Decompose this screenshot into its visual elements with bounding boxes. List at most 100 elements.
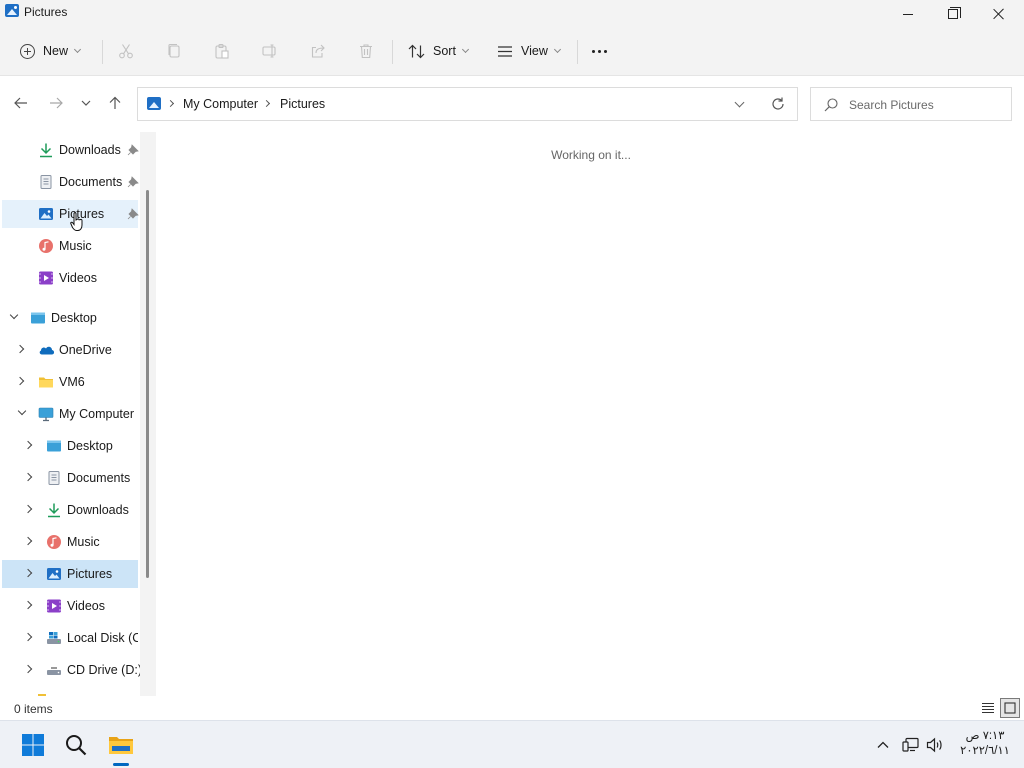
sidebar-item-cd-drive[interactable]: CD Drive (D:) — [2, 656, 142, 684]
view-button[interactable]: View — [497, 36, 561, 66]
sidebar-item-label: Local Disk (C: — [67, 631, 138, 645]
pin-icon[interactable] — [127, 144, 139, 156]
paste-icon[interactable] — [214, 43, 230, 59]
copy-icon[interactable] — [166, 43, 182, 59]
address-bar[interactable]: My Computer Pictures — [137, 87, 798, 121]
chevron-right-icon[interactable] — [23, 440, 33, 450]
chevron-right-icon[interactable] — [23, 632, 33, 642]
network-icon[interactable] — [902, 737, 919, 753]
search-input[interactable] — [849, 96, 1004, 114]
disk-icon — [46, 630, 62, 646]
chevron-right-icon[interactable] — [23, 536, 33, 546]
taskbar-clock[interactable]: ٧:١٣ ص ٢٠٢٢/٦/١١ — [955, 729, 1015, 759]
chevron-down-icon — [81, 100, 91, 106]
plus-circle-icon — [20, 43, 35, 59]
sidebar-item-desktop-root[interactable]: Desktop — [2, 304, 138, 332]
music-icon — [46, 534, 62, 550]
details-view-button[interactable] — [978, 698, 998, 718]
large-icons-view-button[interactable] — [1000, 698, 1020, 718]
sidebar-item-label: Documents — [59, 175, 123, 189]
sidebar-item-local-disk[interactable]: Local Disk (C: — [2, 624, 138, 652]
view-button-label: View — [521, 44, 548, 58]
sidebar-item-videos-quick[interactable]: Videos — [2, 264, 138, 292]
volume-icon[interactable] — [926, 737, 942, 753]
pictures-app-icon — [5, 4, 19, 17]
chevron-right-icon[interactable] — [23, 600, 33, 610]
sidebar-item-music[interactable]: Music — [2, 528, 138, 556]
start-button[interactable] — [13, 725, 53, 765]
sidebar-item-pictures[interactable]: Pictures — [2, 560, 138, 588]
sidebar-item-label: Desktop — [67, 439, 113, 453]
delete-icon[interactable] — [358, 43, 374, 59]
file-explorer-taskbar-button[interactable] — [101, 725, 141, 765]
back-button[interactable] — [11, 93, 31, 113]
sidebar-item-documents-quick[interactable]: Documents — [2, 168, 139, 196]
back-arrow-icon — [14, 97, 27, 109]
taskbar: ٧:١٣ ص ٢٠٢٢/٦/١١ — [0, 720, 1024, 768]
pin-icon[interactable] — [127, 208, 139, 220]
sort-button[interactable]: Sort — [408, 36, 469, 66]
search-icon — [66, 735, 87, 756]
loading-message: Working on it... — [551, 148, 631, 162]
cut-icon[interactable] — [118, 43, 134, 59]
sidebar-item-vm6[interactable]: VM6 — [2, 368, 138, 396]
download-icon — [46, 502, 62, 518]
file-list[interactable]: Working on it... — [156, 132, 1024, 696]
new-button[interactable]: New — [20, 36, 82, 66]
chevron-right-icon[interactable] — [23, 504, 33, 514]
sidebar-item-downloads[interactable]: Downloads — [2, 496, 138, 524]
close-icon — [993, 8, 1005, 20]
search-box[interactable] — [810, 87, 1012, 121]
download-icon — [38, 142, 54, 158]
search-taskbar-button[interactable] — [56, 725, 96, 765]
chevron-right-icon[interactable] — [15, 344, 25, 354]
document-icon — [38, 174, 54, 190]
chevron-right-icon[interactable] — [23, 472, 33, 482]
video-icon — [38, 270, 54, 286]
breadcrumb-separator-icon — [262, 99, 271, 108]
search-icon — [823, 97, 839, 113]
sidebar-item-my-computer[interactable]: My Computer — [2, 400, 138, 428]
recent-locations-button[interactable] — [76, 93, 96, 113]
chevron-down-icon[interactable] — [9, 310, 19, 320]
title-bar: Pictures — [0, 0, 1024, 28]
rename-icon[interactable] — [262, 43, 278, 59]
cloud-icon — [38, 342, 55, 358]
more-options-icon[interactable] — [592, 50, 607, 53]
chevron-down-icon[interactable] — [17, 406, 27, 416]
restore-button[interactable] — [930, 0, 976, 28]
show-hidden-icons-chevron-icon[interactable] — [875, 737, 891, 753]
navigation-pane[interactable]: Downloads Documents Pictures Music Video… — [0, 132, 156, 696]
chevron-down-icon — [73, 45, 82, 54]
chevron-down-icon — [461, 45, 469, 54]
chevron-right-icon[interactable] — [15, 376, 25, 386]
sort-button-label: Sort — [433, 44, 456, 58]
close-button[interactable] — [976, 0, 1022, 28]
toolbar-divider — [102, 40, 103, 64]
minimize-button[interactable] — [885, 0, 931, 28]
share-icon[interactable] — [310, 43, 326, 59]
refresh-icon[interactable] — [770, 96, 786, 112]
cd-drive-icon — [46, 662, 62, 678]
sidebar-item-music-quick[interactable]: Music — [2, 232, 138, 260]
forward-button[interactable] — [46, 93, 66, 113]
sidebar-item-onedrive[interactable]: OneDrive — [2, 336, 138, 364]
sidebar-item-label: Videos — [59, 271, 97, 285]
sidebar-item-downloads-quick[interactable]: Downloads — [2, 136, 139, 164]
breadcrumb-pictures[interactable]: Pictures — [280, 97, 325, 111]
address-history-chevron-icon[interactable] — [734, 97, 745, 108]
sidebar-item-videos[interactable]: Videos — [2, 592, 138, 620]
pictures-icon — [46, 566, 62, 582]
pin-icon[interactable] — [127, 176, 139, 188]
chevron-right-icon[interactable] — [23, 568, 33, 578]
sidebar-item-desktop[interactable]: Desktop — [2, 432, 138, 460]
breadcrumb-my-computer[interactable]: My Computer — [183, 97, 258, 111]
up-button[interactable] — [105, 93, 125, 113]
details-view-icon — [982, 702, 994, 714]
sidebar-scrollbar-thumb[interactable] — [146, 190, 149, 578]
sidebar-item-label: Music — [59, 239, 92, 253]
file-explorer-icon — [109, 737, 133, 754]
sidebar-item-pictures-quick[interactable]: Pictures — [2, 200, 139, 231]
chevron-right-icon[interactable] — [23, 664, 33, 674]
sidebar-item-documents[interactable]: Documents — [2, 464, 138, 492]
